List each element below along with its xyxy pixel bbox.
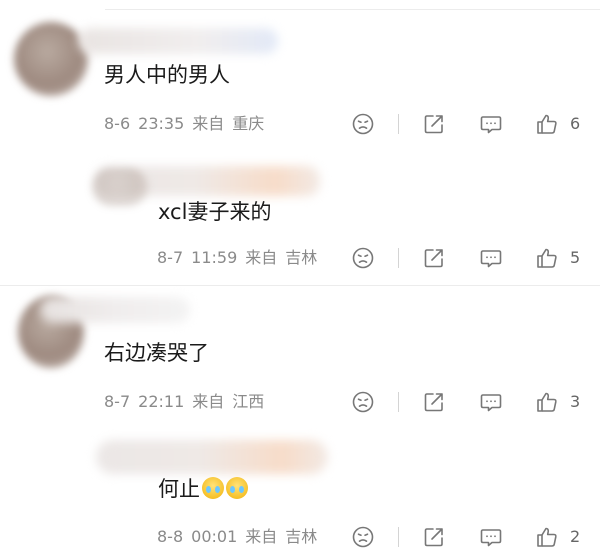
comment-meta: 8-8 00:01 来自 吉林: [157, 527, 317, 547]
comment-meta: 8-6 23:35 来自 重庆: [104, 114, 264, 134]
crying-emoji-icon: [226, 477, 248, 499]
comment-location: 重庆: [232, 114, 265, 133]
from-label: 来自: [192, 392, 225, 411]
comment-location: 吉林: [285, 248, 318, 267]
thumbs-up-icon[interactable]: [535, 525, 559, 549]
thumbs-up-icon[interactable]: [535, 246, 559, 270]
share-icon[interactable]: [422, 112, 446, 136]
comment-time: 11:59: [191, 248, 238, 267]
username-blurred[interactable]: [96, 440, 328, 474]
comment-date: 8-8: [157, 527, 184, 546]
username-blurred[interactable]: [40, 297, 190, 323]
share-icon[interactable]: [422, 390, 446, 414]
comment-date: 8-6: [104, 114, 131, 133]
crying-emoji-icon: [202, 477, 224, 499]
dislike-face-icon[interactable]: [351, 112, 375, 136]
from-label: 来自: [192, 114, 225, 133]
comment-time: 22:11: [138, 392, 185, 411]
share-icon[interactable]: [422, 246, 446, 270]
thumbs-up-icon[interactable]: [535, 390, 559, 414]
like-count: 2: [570, 527, 581, 546]
like-count: 6: [570, 114, 581, 133]
comment-icon[interactable]: [479, 246, 503, 270]
comment-text: xcl妻子来的: [158, 200, 272, 224]
comment-icon[interactable]: [479, 525, 503, 549]
comment-icon[interactable]: [479, 390, 503, 414]
like-count: 3: [570, 392, 581, 411]
separator: [398, 114, 399, 134]
comment-date: 8-7: [104, 392, 131, 411]
dislike-face-icon[interactable]: [351, 390, 375, 414]
avatar[interactable]: [14, 22, 88, 96]
dislike-face-icon[interactable]: [351, 246, 375, 270]
thumbs-up-icon[interactable]: [535, 112, 559, 136]
comment-date: 8-7: [157, 248, 184, 267]
comment-time: 00:01: [191, 527, 238, 546]
share-icon[interactable]: [422, 525, 446, 549]
comment-text-value: 何止: [158, 477, 200, 501]
separator: [398, 527, 399, 547]
comment-location: 江西: [232, 392, 265, 411]
avatar[interactable]: [92, 168, 148, 206]
separator: [398, 392, 399, 412]
comment-text: 何止: [158, 475, 248, 503]
comment-divider: [0, 285, 600, 286]
comment-icon[interactable]: [479, 112, 503, 136]
top-divider: [105, 9, 600, 10]
from-label: 来自: [245, 527, 278, 546]
comment-time: 23:35: [138, 114, 185, 133]
from-label: 来自: [245, 248, 278, 267]
comment-meta: 8-7 22:11 来自 江西: [104, 392, 264, 412]
dislike-face-icon[interactable]: [351, 525, 375, 549]
comment-text: 男人中的男人: [104, 63, 230, 87]
like-count: 5: [570, 248, 581, 267]
username-blurred[interactable]: [78, 28, 278, 54]
separator: [398, 248, 399, 268]
comment-text: 右边凑哭了: [104, 341, 209, 365]
comment-location: 吉林: [285, 527, 318, 546]
comment-meta: 8-7 11:59 来自 吉林: [157, 248, 317, 268]
